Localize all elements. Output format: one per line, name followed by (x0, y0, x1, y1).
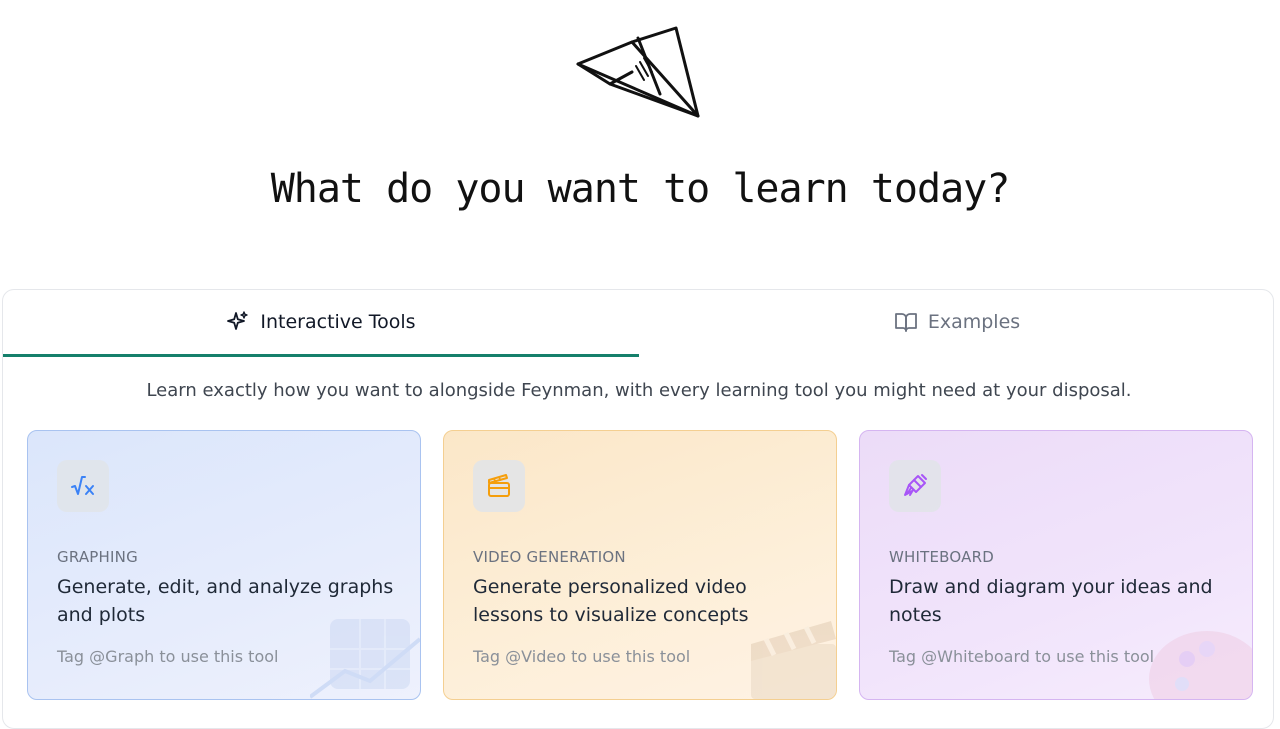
intro-text: Learn exactly how you want to alongside … (146, 380, 1132, 401)
whiteboard-tool-card[interactable]: WHITEBOARD Draw and diagram your ideas a… (859, 430, 1253, 700)
card-label: WHITEBOARD (889, 548, 994, 566)
open-book-icon (894, 313, 917, 332)
card-label: VIDEO GENERATION (473, 548, 626, 566)
graph-decoration-icon (310, 619, 420, 699)
sparkles-icon (227, 311, 249, 330)
card-icon-box (57, 460, 109, 512)
paper-airplane-logo (576, 26, 700, 118)
clapperboard-icon (488, 474, 510, 497)
tab-examples[interactable]: Examples (639, 290, 1275, 354)
tab-label: Examples (927, 311, 1021, 333)
page-headline: What do you want to learn today? (270, 166, 1011, 212)
tab-label: Interactive Tools (260, 311, 416, 333)
card-icon-box (889, 460, 941, 512)
clapperboard-decoration-icon (751, 621, 836, 699)
card-icon-box (473, 460, 525, 512)
palette-decoration-icon (1149, 631, 1252, 699)
tab-interactive-tools[interactable]: Interactive Tools (3, 290, 639, 357)
tab-bar: Interactive Tools Examples (3, 290, 1275, 357)
paintbrush-icon (904, 474, 927, 496)
card-tag-hint: Tag @Video to use this tool (473, 647, 691, 666)
square-root-icon (71, 476, 94, 495)
card-tag-hint: Tag @Graph to use this tool (57, 647, 279, 666)
graphing-tool-card[interactable]: GRAPHING Generate, edit, and analyze gra… (27, 430, 421, 700)
tools-panel: Interactive Tools Examples Learn exactly… (2, 289, 1274, 729)
card-tag-hint: Tag @Whiteboard to use this tool (889, 647, 1155, 666)
card-label: GRAPHING (57, 548, 138, 566)
video-generation-tool-card[interactable]: VIDEO GENERATION Generate personalized v… (443, 430, 837, 700)
